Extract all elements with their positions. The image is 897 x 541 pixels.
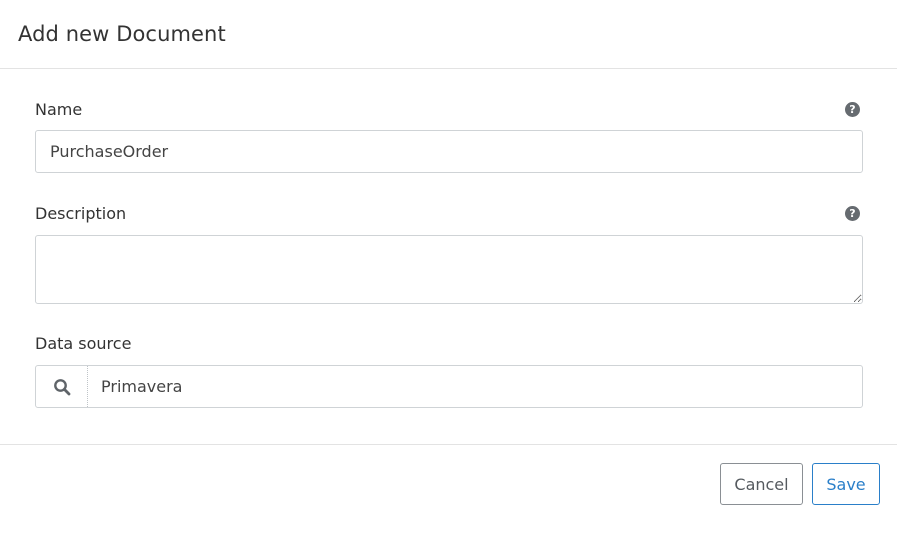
name-input[interactable] (35, 130, 863, 173)
save-button[interactable]: Save (812, 463, 880, 505)
description-field-group: Description ? (35, 202, 863, 304)
description-label-row: Description ? (35, 202, 863, 224)
data-source-field-group: Data source Primavera (35, 332, 863, 408)
dialog-footer: Cancel Save (0, 444, 897, 541)
data-source-label-row: Data source (35, 332, 863, 354)
description-textarea[interactable] (35, 235, 863, 304)
data-source-value[interactable]: Primavera (88, 366, 862, 407)
data-source-label: Data source (35, 333, 132, 353)
cancel-button[interactable]: Cancel (720, 463, 803, 505)
description-label: Description (35, 203, 127, 223)
data-source-search-box[interactable]: Primavera (35, 365, 863, 408)
name-label-row: Name ? (35, 98, 863, 120)
dialog-body: Name ? Description ? Data source (0, 69, 897, 444)
name-label: Name (35, 99, 83, 119)
dialog-header: Add new Document (0, 0, 897, 69)
search-icon[interactable] (36, 366, 88, 407)
name-help-icon[interactable]: ? (845, 101, 860, 117)
name-field-group: Name ? (35, 98, 863, 173)
dialog-title: Add new Document (18, 22, 226, 46)
description-help-icon[interactable]: ? (845, 205, 860, 221)
add-document-dialog: Add new Document Name ? Description ? Da… (0, 0, 897, 541)
